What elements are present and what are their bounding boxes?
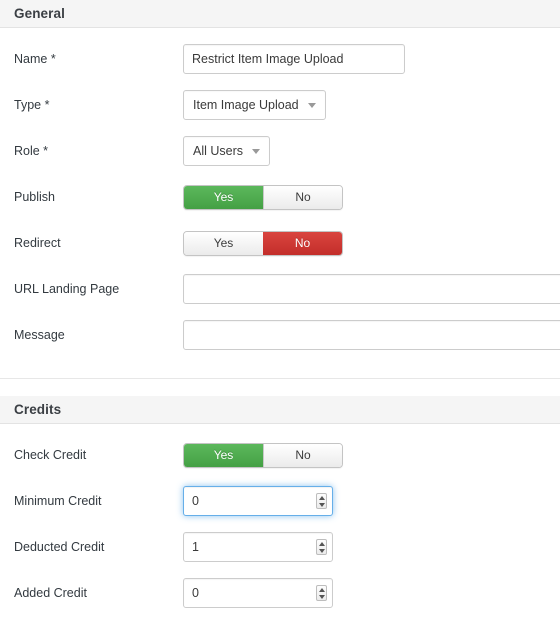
label-check-credit: Check Credit xyxy=(14,447,87,462)
control-role: All Users xyxy=(183,136,560,166)
form-row-message: Message xyxy=(0,312,560,358)
deducted-credit-input[interactable] xyxy=(183,532,333,562)
form-row-role: Role * All Users xyxy=(0,128,560,174)
form-row-minimum-credit: Minimum Credit xyxy=(0,478,560,524)
deducted-credit-field xyxy=(183,532,333,562)
credits-panel-title: Credits xyxy=(14,402,62,417)
redirect-toggle-no[interactable]: No xyxy=(263,231,342,255)
label-name: Name * xyxy=(14,51,56,66)
general-panel-header: General xyxy=(0,0,560,28)
general-panel-tail xyxy=(0,358,560,370)
control-name xyxy=(183,44,560,74)
role-dropdown[interactable]: All Users xyxy=(183,136,271,166)
control-check-credit: Yes No xyxy=(183,442,560,468)
minimum-credit-input[interactable] xyxy=(183,486,333,516)
added-credit-input[interactable] xyxy=(183,578,333,608)
form-row-added-credit: Added Credit xyxy=(0,570,560,616)
spinner-down-icon[interactable] xyxy=(318,548,325,553)
added-credit-field xyxy=(183,578,333,608)
general-panel: General Name * Type * Item Image Upload xyxy=(0,0,560,378)
number-spinner-icon[interactable] xyxy=(316,493,327,509)
redirect-toggle-yes[interactable]: Yes xyxy=(184,231,263,255)
spinner-up-icon[interactable] xyxy=(318,541,325,546)
label-role: Role * xyxy=(14,143,49,158)
credits-panel-body: Check Credit Yes No Minimum Credit 0 Ded… xyxy=(0,424,560,623)
control-publish: Yes No xyxy=(183,184,560,210)
label-publish: Publish xyxy=(14,189,55,204)
credits-panel-header: Credits xyxy=(0,396,560,424)
settings-form-page: General Name * Type * Item Image Upload xyxy=(0,0,560,623)
form-row-publish: Publish Yes No xyxy=(0,174,560,220)
publish-toggle-yes[interactable]: Yes xyxy=(184,185,263,209)
role-dropdown-value: All Users xyxy=(193,144,244,158)
form-row-check-credit: Check Credit Yes No xyxy=(0,432,560,478)
label-deducted-credit: Deducted Credit xyxy=(14,539,105,554)
label-url-landing-page: URL Landing Page xyxy=(14,281,120,296)
label-message: Message xyxy=(14,327,65,342)
publish-toggle[interactable]: Yes No xyxy=(183,184,343,210)
message-input[interactable] xyxy=(183,320,560,350)
form-row-name: Name * xyxy=(0,36,560,82)
chevron-down-icon xyxy=(307,102,316,108)
name-input[interactable] xyxy=(183,44,405,74)
number-spinner-icon[interactable] xyxy=(316,539,327,555)
section-divider xyxy=(0,378,560,396)
control-url-landing-page xyxy=(183,274,560,304)
label-added-credit: Added Credit xyxy=(14,585,87,600)
form-row-redirect: Redirect Yes No xyxy=(0,220,560,266)
form-row-type: Type * Item Image Upload xyxy=(0,82,560,128)
label-minimum-credit: Minimum Credit xyxy=(14,493,102,508)
spinner-up-icon[interactable] xyxy=(318,495,325,500)
control-type: Item Image Upload xyxy=(183,90,560,120)
type-dropdown-value: Item Image Upload xyxy=(193,98,299,112)
label-redirect: Redirect xyxy=(14,235,61,250)
credits-panel: Credits Check Credit Yes No Minimum Cred… xyxy=(0,396,560,623)
form-row-deducted-credit: Deducted Credit xyxy=(0,524,560,570)
label-type: Type * xyxy=(14,97,50,112)
spinner-up-icon[interactable] xyxy=(318,587,325,592)
spinner-down-icon[interactable] xyxy=(318,502,325,507)
general-panel-body: Name * Type * Item Image Upload Role * xyxy=(0,28,560,378)
chevron-down-icon xyxy=(252,148,261,154)
url-landing-page-input[interactable] xyxy=(183,274,560,304)
check-credit-toggle[interactable]: Yes No xyxy=(183,442,343,468)
form-row-url-landing-page: URL Landing Page xyxy=(0,266,560,312)
spinner-down-icon[interactable] xyxy=(318,594,325,599)
redirect-toggle[interactable]: Yes No xyxy=(183,230,343,256)
type-dropdown[interactable]: Item Image Upload xyxy=(183,90,326,120)
general-panel-title: General xyxy=(14,6,65,21)
number-spinner-icon[interactable] xyxy=(316,585,327,601)
control-added-credit xyxy=(183,578,560,608)
check-credit-toggle-yes[interactable]: Yes xyxy=(184,443,263,467)
check-credit-toggle-no[interactable]: No xyxy=(263,443,342,467)
publish-toggle-no[interactable]: No xyxy=(263,185,342,209)
control-redirect: Yes No xyxy=(183,230,560,256)
control-deducted-credit xyxy=(183,532,560,562)
control-message xyxy=(183,320,560,350)
minimum-credit-field xyxy=(183,486,333,516)
control-minimum-credit xyxy=(183,486,560,516)
